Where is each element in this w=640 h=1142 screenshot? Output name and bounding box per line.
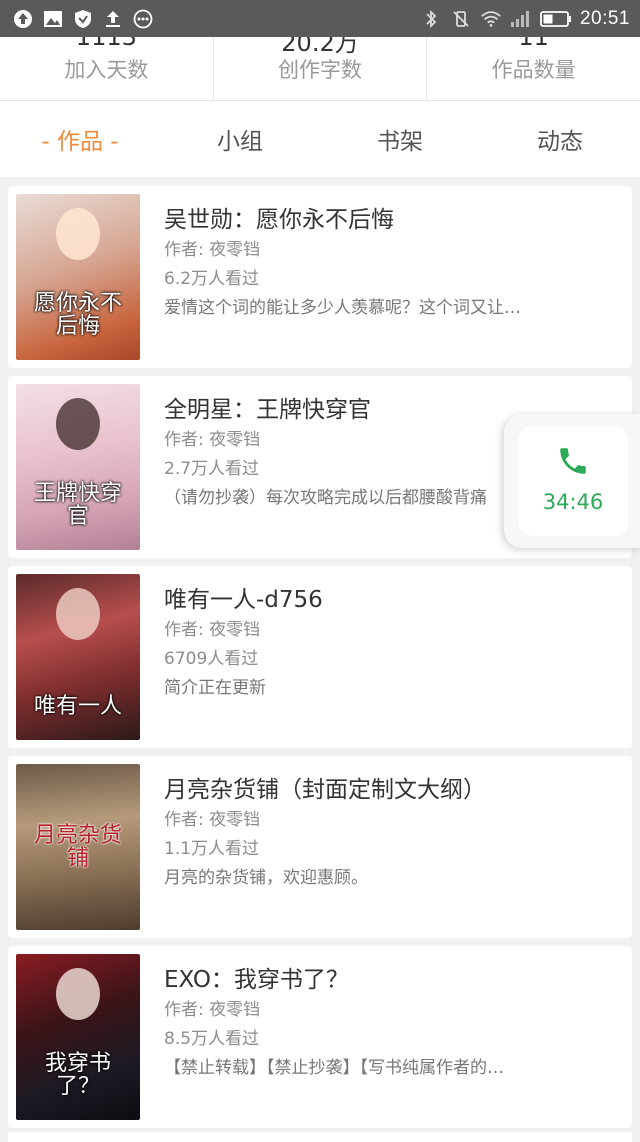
book-cover[interactable]: 愿你永不后悔 xyxy=(16,194,140,360)
profile-tabs: - 作品 - 小组 书架 动态 xyxy=(0,101,640,177)
call-widget-body[interactable]: 34:46 xyxy=(518,426,628,536)
work-description: 月亮的杂货铺，欢迎惠顾。 xyxy=(164,868,368,888)
stat-value: 1113 xyxy=(75,37,137,51)
work-description: 简介正在更新 xyxy=(164,678,266,698)
stat-word-count: 20.2万 创作字数 xyxy=(212,37,427,100)
cover-title: 我穿书了？ xyxy=(44,1050,111,1099)
work-views: 6709人看过 xyxy=(164,649,259,669)
work-info: 吴世勋：愿你永不后悔 作者: 夜零铛 6.2万人看过 爱情这个词的能让多少人羡慕… xyxy=(164,204,624,323)
stat-label: 加入天数 xyxy=(64,58,149,82)
stat-join-days: 1113 加入天数 xyxy=(0,37,213,100)
cover-title: 王牌快穿官 xyxy=(33,480,122,529)
cover-figure xyxy=(56,208,100,260)
stat-works-count: 11 作品数量 xyxy=(426,37,640,100)
work-author: 作者: 夜零铛 xyxy=(164,1000,261,1020)
work-views: 6.2万人看过 xyxy=(164,269,260,289)
work-author: 作者: 夜零铛 xyxy=(164,240,261,260)
wifi-icon xyxy=(480,8,502,30)
work-card[interactable]: 唯有一人 唯有一人-d756 作者: 夜零铛 6709人看过 简介正在更新 xyxy=(8,566,632,748)
clock-time: 20:51 xyxy=(579,8,630,29)
more-dots-icon xyxy=(132,8,154,30)
book-cover[interactable]: 月亮杂货铺 xyxy=(16,764,140,930)
work-card[interactable]: 愿你永不后悔 吴世勋：愿你永不后悔 作者: 夜零铛 6.2万人看过 爱情这个词的… xyxy=(8,186,632,368)
upload-arrow-icon xyxy=(102,8,124,30)
battery-icon xyxy=(540,8,572,30)
tab-bookshelf[interactable]: 书架 xyxy=(320,122,480,156)
ongoing-call-widget[interactable]: 34:46 xyxy=(504,414,640,548)
bluetooth-icon xyxy=(420,8,442,30)
tab-groups[interactable]: 小组 xyxy=(160,122,320,156)
works-list: 愿你永不后悔 吴世勋：愿你永不后悔 作者: 夜零铛 6.2万人看过 爱情这个词的… xyxy=(8,186,632,1136)
status-bar: 20:51 xyxy=(0,0,640,37)
stat-label: 创作字数 xyxy=(278,58,362,82)
profile-stats: 1113 加入天数 20.2万 创作字数 11 作品数量 xyxy=(0,37,640,101)
phone-icon xyxy=(556,444,590,478)
work-info: EXO：我穿书了？ 作者: 夜零铛 8.5万人看过 【禁止转载】【禁止抄袭】【写… xyxy=(164,964,624,1083)
work-card[interactable]: 月亮杂货铺 月亮杂货铺（封面定制文大纲） 作者: 夜零铛 1.1万人看过 月亮的… xyxy=(8,756,632,938)
work-title[interactable]: 吴世勋：愿你永不后悔 xyxy=(164,204,624,236)
work-description: 爱情这个词的能让多少人羡慕呢？这个词又让… xyxy=(164,298,521,318)
stat-label: 作品数量 xyxy=(491,58,576,82)
book-cover[interactable]: 王牌快穿官 xyxy=(16,384,140,550)
cover-title: 唯有一人 xyxy=(33,693,122,719)
book-cover[interactable]: 唯有一人 xyxy=(16,574,140,740)
cover-figure xyxy=(56,588,100,640)
work-title[interactable]: EXO：我穿书了？ xyxy=(164,964,624,996)
tab-activity[interactable]: 动态 xyxy=(480,122,640,156)
work-views: 8.5万人看过 xyxy=(164,1029,260,1049)
work-info: 月亮杂货铺（封面定制文大纲） 作者: 夜零铛 1.1万人看过 月亮的杂货铺，欢迎… xyxy=(164,774,624,893)
image-icon xyxy=(42,8,64,30)
work-author: 作者: 夜零铛 xyxy=(164,620,261,640)
cover-title: 月亮杂货铺 xyxy=(33,822,122,871)
work-title[interactable]: 唯有一人-d756 xyxy=(164,584,624,616)
cover-title: 愿你永不后悔 xyxy=(33,290,122,339)
tab-works[interactable]: - 作品 - xyxy=(0,122,160,156)
work-info: 唯有一人-d756 作者: 夜零铛 6709人看过 简介正在更新 xyxy=(164,584,624,703)
work-card[interactable]: 我穿书了？ EXO：我穿书了？ 作者: 夜零铛 8.5万人看过 【禁止转载】【禁… xyxy=(8,946,632,1128)
stat-value: 11 xyxy=(518,37,549,51)
work-views: 1.1万人看过 xyxy=(164,839,260,859)
cover-figure xyxy=(56,968,100,1020)
call-duration: 34:46 xyxy=(542,490,604,514)
work-title[interactable]: 月亮杂货铺（封面定制文大纲） xyxy=(164,774,624,806)
next-card-edge xyxy=(8,1132,632,1142)
upload-circle-icon xyxy=(12,8,34,30)
book-cover[interactable]: 我穿书了？ xyxy=(16,954,140,1120)
cover-figure xyxy=(56,398,100,450)
shield-icon xyxy=(72,8,94,30)
work-description: 【禁止转载】【禁止抄袭】【写书纯属作者的… xyxy=(164,1058,504,1078)
signal-icon xyxy=(510,8,532,30)
work-author: 作者: 夜零铛 xyxy=(164,810,261,830)
vibrate-icon xyxy=(450,8,472,30)
